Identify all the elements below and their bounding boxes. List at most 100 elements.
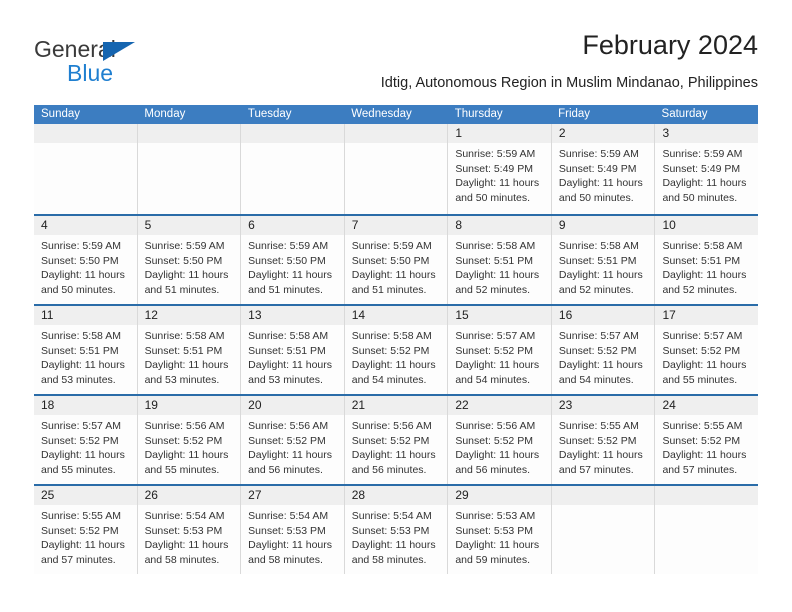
day-cell-10[interactable]: 10 Sunrise: 5:58 AM Sunset: 5:51 PM Dayligh… bbox=[655, 216, 759, 304]
day-cell-empty bbox=[241, 124, 345, 214]
calendar-week-row: 18 Sunrise: 5:57 AM Sunset: 5:52 PM Dayligh… bbox=[34, 394, 759, 484]
day-cell-17[interactable]: 17 Sunrise: 5:57 AM Sunset: 5:52 PM Dayligh… bbox=[655, 306, 759, 394]
day-detail-line: Sunset: 5:52 PM bbox=[144, 434, 223, 447]
weekday-header-thursday: Thursday bbox=[454, 108, 503, 120]
day-cell-29[interactable]: 29 Sunrise: 5:53 AM Sunset: 5:53 PM Dayligh… bbox=[448, 486, 552, 574]
day-detail-line: Sunset: 5:52 PM bbox=[351, 344, 430, 357]
day-detail-line: Daylight: 11 hours bbox=[662, 359, 747, 372]
day-cell-7[interactable]: 7 Sunrise: 5:59 AM Sunset: 5:50 PM Daylight… bbox=[344, 216, 449, 304]
day-cell-21[interactable]: 21 Sunrise: 5:56 AM Sunset: 5:52 PM Dayligh… bbox=[344, 396, 449, 484]
day-detail-text: Sunrise: 5:57 AM Sunset: 5:52 PM Daylight:… bbox=[34, 415, 137, 477]
day-cell-4[interactable]: 4 Sunrise: 5:59 AM Sunset: 5:50 PM Daylight… bbox=[34, 216, 138, 304]
day-cell-14[interactable]: 14 Sunrise: 5:58 AM Sunset: 5:52 PM Dayligh… bbox=[344, 306, 449, 394]
day-cell-empty bbox=[655, 486, 759, 574]
day-cell-3[interactable]: 3 Sunrise: 5:59 AM Sunset: 5:49 PM Daylight… bbox=[655, 124, 759, 214]
day-cell-8[interactable]: 8 Sunrise: 5:58 AM Sunset: 5:51 PM Daylight… bbox=[448, 216, 552, 304]
day-detail-text: Sunrise: 5:59 AM Sunset: 5:49 PM Daylight:… bbox=[552, 143, 655, 205]
day-cell-26[interactable]: 26 Sunrise: 5:54 AM Sunset: 5:53 PM Dayligh… bbox=[137, 486, 242, 574]
day-cell-12[interactable]: 12 Sunrise: 5:58 AM Sunset: 5:51 PM Dayligh… bbox=[137, 306, 242, 394]
day-cell-1[interactable]: 1 Sunrise: 5:59 AM Sunset: 5:49 PM Daylight… bbox=[448, 124, 552, 214]
day-cell-20[interactable]: 20 Sunrise: 5:56 AM Sunset: 5:52 PM Dayligh… bbox=[241, 396, 345, 484]
day-cell-27[interactable]: 27 Sunrise: 5:54 AM Sunset: 5:53 PM Dayligh… bbox=[241, 486, 345, 574]
day-number-band: 16 bbox=[551, 306, 655, 325]
day-detail-line: and 58 minutes. bbox=[144, 553, 220, 566]
day-cell-5[interactable]: 5 Sunrise: 5:59 AM Sunset: 5:50 PM Daylight… bbox=[137, 216, 242, 304]
day-cell-23[interactable]: 23 Sunrise: 5:55 AM Sunset: 5:52 PM Dayligh… bbox=[551, 396, 656, 484]
day-number-band bbox=[344, 124, 448, 143]
day-number-band: 13 bbox=[241, 306, 344, 325]
day-cell-empty bbox=[344, 124, 449, 214]
day-cell-16[interactable]: 16 Sunrise: 5:57 AM Sunset: 5:52 PM Dayligh… bbox=[551, 306, 656, 394]
day-cell-15[interactable]: 15 Sunrise: 5:57 AM Sunset: 5:52 PM Dayligh… bbox=[448, 306, 552, 394]
day-detail-line: Sunrise: 5:58 AM bbox=[455, 240, 536, 252]
day-number-band bbox=[34, 124, 137, 143]
day-detail-line: Daylight: 11 hours bbox=[455, 359, 540, 372]
day-cell-28[interactable]: 28 Sunrise: 5:54 AM Sunset: 5:53 PM Dayligh… bbox=[344, 486, 449, 574]
day-detail-text: Sunrise: 5:57 AM Sunset: 5:52 PM Daylight:… bbox=[448, 325, 551, 387]
weekday-header-monday: Monday bbox=[144, 108, 186, 120]
day-detail-line: and 56 minutes. bbox=[351, 463, 427, 476]
day-cell-18[interactable]: 18 Sunrise: 5:57 AM Sunset: 5:52 PM Dayligh… bbox=[34, 396, 138, 484]
day-detail-line: and 59 minutes. bbox=[455, 553, 531, 566]
day-number-band: 22 bbox=[448, 396, 551, 415]
day-detail-line: Sunset: 5:52 PM bbox=[558, 344, 637, 357]
day-detail-line: and 50 minutes. bbox=[662, 191, 738, 204]
day-cell-13[interactable]: 13 Sunrise: 5:58 AM Sunset: 5:51 PM Dayligh… bbox=[241, 306, 345, 394]
day-number-band: 19 bbox=[137, 396, 241, 415]
day-cell-2[interactable]: 2 Sunrise: 5:59 AM Sunset: 5:49 PM Daylight… bbox=[551, 124, 656, 214]
day-detail-line: Sunrise: 5:59 AM bbox=[144, 240, 225, 252]
day-cell-6[interactable]: 6 Sunrise: 5:59 AM Sunset: 5:50 PM Daylight… bbox=[241, 216, 345, 304]
calendar-week-row: 4 Sunrise: 5:59 AM Sunset: 5:50 PM Daylight… bbox=[34, 214, 759, 304]
calendar-table: Sunday Monday Tuesday Wednesday Thursday Frid… bbox=[34, 105, 759, 574]
day-number-band bbox=[551, 486, 655, 505]
day-detail-line: Daylight: 11 hours bbox=[41, 269, 125, 282]
day-cell-25[interactable]: 25 Sunrise: 5:55 AM Sunset: 5:52 PM Dayligh… bbox=[34, 486, 138, 574]
day-number-band bbox=[655, 486, 759, 505]
day-cell-22[interactable]: 22 Sunrise: 5:56 AM Sunset: 5:52 PM Dayligh… bbox=[448, 396, 552, 484]
day-detail-line: Sunrise: 5:58 AM bbox=[662, 240, 743, 252]
day-number: 17 bbox=[662, 308, 676, 322]
day-number-band: 11 bbox=[34, 306, 137, 325]
day-detail-line: Sunrise: 5:57 AM bbox=[558, 330, 639, 342]
weekday-header-friday: Friday bbox=[558, 108, 591, 120]
day-number-band: 2 bbox=[551, 124, 655, 143]
day-number-band: 6 bbox=[241, 216, 344, 235]
day-detail-line: Sunrise: 5:55 AM bbox=[558, 420, 639, 432]
day-detail-line: Sunset: 5:49 PM bbox=[455, 162, 533, 175]
day-detail-line: Daylight: 11 hours bbox=[41, 359, 125, 372]
day-detail-line: and 52 minutes. bbox=[558, 283, 634, 296]
day-cell-19[interactable]: 19 Sunrise: 5:56 AM Sunset: 5:52 PM Dayligh… bbox=[137, 396, 242, 484]
day-detail-line: Sunset: 5:52 PM bbox=[351, 434, 430, 447]
day-detail-text: Sunrise: 5:54 AM Sunset: 5:53 PM Daylight:… bbox=[345, 505, 448, 567]
day-cell-11[interactable]: 11 Sunrise: 5:58 AM Sunset: 5:51 PM Dayligh… bbox=[34, 306, 138, 394]
day-number-band: 17 bbox=[655, 306, 759, 325]
day-detail-line: Sunrise: 5:54 AM bbox=[351, 510, 432, 522]
day-detail-line: Sunrise: 5:57 AM bbox=[662, 330, 743, 342]
day-number-band: 5 bbox=[137, 216, 241, 235]
day-number: 19 bbox=[144, 398, 158, 412]
day-detail-text: Sunrise: 5:57 AM Sunset: 5:52 PM Daylight:… bbox=[655, 325, 758, 387]
day-detail-text: Sunrise: 5:55 AM Sunset: 5:52 PM Daylight:… bbox=[552, 415, 655, 477]
day-number-band bbox=[137, 124, 241, 143]
day-detail-line: Daylight: 11 hours bbox=[144, 269, 229, 282]
day-number: 6 bbox=[248, 218, 255, 232]
day-detail-line: Daylight: 11 hours bbox=[144, 359, 229, 372]
day-detail-line: Sunrise: 5:56 AM bbox=[248, 420, 329, 432]
day-number: 24 bbox=[662, 398, 676, 412]
calendar-week-row: 25 Sunrise: 5:55 AM Sunset: 5:52 PM Dayligh… bbox=[34, 484, 759, 574]
day-detail-line: Sunset: 5:50 PM bbox=[248, 254, 326, 267]
day-number-band: 12 bbox=[137, 306, 241, 325]
day-detail-line: Daylight: 11 hours bbox=[41, 449, 125, 462]
day-number-band: 24 bbox=[655, 396, 759, 415]
day-number: 21 bbox=[351, 398, 366, 412]
general-blue-logo[interactable]: General Blue bbox=[34, 37, 234, 93]
day-detail-text: Sunrise: 5:56 AM Sunset: 5:52 PM Daylight:… bbox=[448, 415, 551, 477]
day-cell-24[interactable]: 24 Sunrise: 5:55 AM Sunset: 5:52 PM Dayligh… bbox=[655, 396, 759, 484]
day-cell-9[interactable]: 9 Sunrise: 5:58 AM Sunset: 5:51 PM Daylight… bbox=[551, 216, 656, 304]
day-detail-line: and 58 minutes. bbox=[351, 553, 427, 566]
day-detail-line: Sunrise: 5:56 AM bbox=[144, 420, 225, 432]
day-number: 26 bbox=[144, 488, 158, 502]
day-detail-line: Daylight: 11 hours bbox=[455, 539, 540, 552]
day-number-band: 8 bbox=[448, 216, 551, 235]
day-detail-line: and 57 minutes. bbox=[662, 463, 738, 476]
